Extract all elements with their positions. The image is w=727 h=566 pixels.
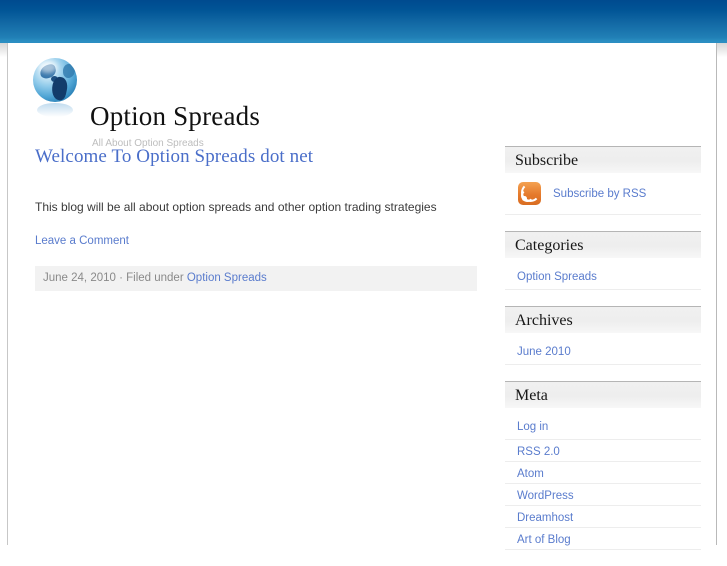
sidebar: Subscribe Subscribe by RSS Categories Op… (505, 146, 701, 566)
widget-title-archives: Archives (505, 306, 701, 333)
widget-categories: Categories Option Spreads (505, 231, 701, 290)
post-meta-separator: · Filed under (115, 272, 187, 284)
meta-link-wordpress[interactable]: WordPress (517, 490, 574, 502)
widget-subscribe: Subscribe Subscribe by RSS (505, 146, 701, 215)
main-content: Welcome To Option Spreads dot net This b… (35, 146, 477, 291)
post-date: June 24, 2010 (43, 272, 116, 284)
meta-link-art-of-blog[interactable]: Art of Blog (517, 534, 571, 546)
site-logo[interactable] (28, 58, 82, 118)
globe-reflection (37, 103, 73, 117)
post-category-link[interactable]: Option Spreads (187, 272, 267, 284)
meta-link-atom[interactable]: Atom (517, 468, 544, 480)
list-item[interactable]: June 2010 (505, 333, 701, 365)
post-title[interactable]: Welcome To Option Spreads dot net (35, 146, 477, 168)
widget-title-subscribe: Subscribe (505, 146, 701, 173)
globe-icon (33, 58, 77, 102)
meta-list: Log in RSS 2.0 Atom WordPress Dreamhost … (505, 408, 701, 550)
widget-meta: Meta Log in RSS 2.0 Atom WordPress Dream… (505, 381, 701, 550)
archives-list: June 2010 (505, 333, 701, 365)
top-gradient-bar (0, 0, 727, 41)
globe-landmass-east (63, 64, 75, 78)
globe-highlight (39, 61, 57, 73)
categories-list: Option Spreads (505, 258, 701, 290)
list-item[interactable]: RSS 2.0 (505, 440, 701, 462)
list-item[interactable]: Atom (505, 462, 701, 484)
widget-title-categories: Categories (505, 231, 701, 258)
subscribe-by-rss-row[interactable]: Subscribe by RSS (505, 173, 701, 215)
widget-archives: Archives June 2010 (505, 306, 701, 365)
meta-link-rss-2[interactable]: RSS 2.0 (517, 446, 560, 458)
meta-link-dreamhost[interactable]: Dreamhost (517, 512, 573, 524)
rss-icon[interactable] (518, 182, 541, 205)
post-body: This blog will be all about option sprea… (35, 200, 437, 214)
list-item[interactable]: Option Spreads (505, 258, 701, 290)
category-link[interactable]: Option Spreads (517, 271, 597, 283)
page-container: Option Spreads All About Option Spreads … (7, 43, 717, 550)
list-item[interactable]: Log in (505, 408, 701, 440)
list-item[interactable]: Art of Blog (505, 528, 701, 550)
site-header: Option Spreads All About Option Spreads (8, 43, 716, 149)
rss-icon-arc-outer (521, 183, 540, 202)
subscribe-by-rss-link[interactable]: Subscribe by RSS (553, 188, 646, 200)
list-item[interactable]: WordPress (505, 484, 701, 506)
leave-a-comment-link[interactable]: Leave a Comment (35, 235, 129, 247)
meta-link-log-in[interactable]: Log in (517, 421, 548, 433)
post-meta-bar: June 24, 2010 · Filed under Option Sprea… (35, 266, 477, 291)
list-item[interactable]: Dreamhost (505, 506, 701, 528)
site-title[interactable]: Option Spreads (90, 101, 260, 132)
widget-title-meta: Meta (505, 381, 701, 408)
archive-link[interactable]: June 2010 (517, 346, 571, 358)
